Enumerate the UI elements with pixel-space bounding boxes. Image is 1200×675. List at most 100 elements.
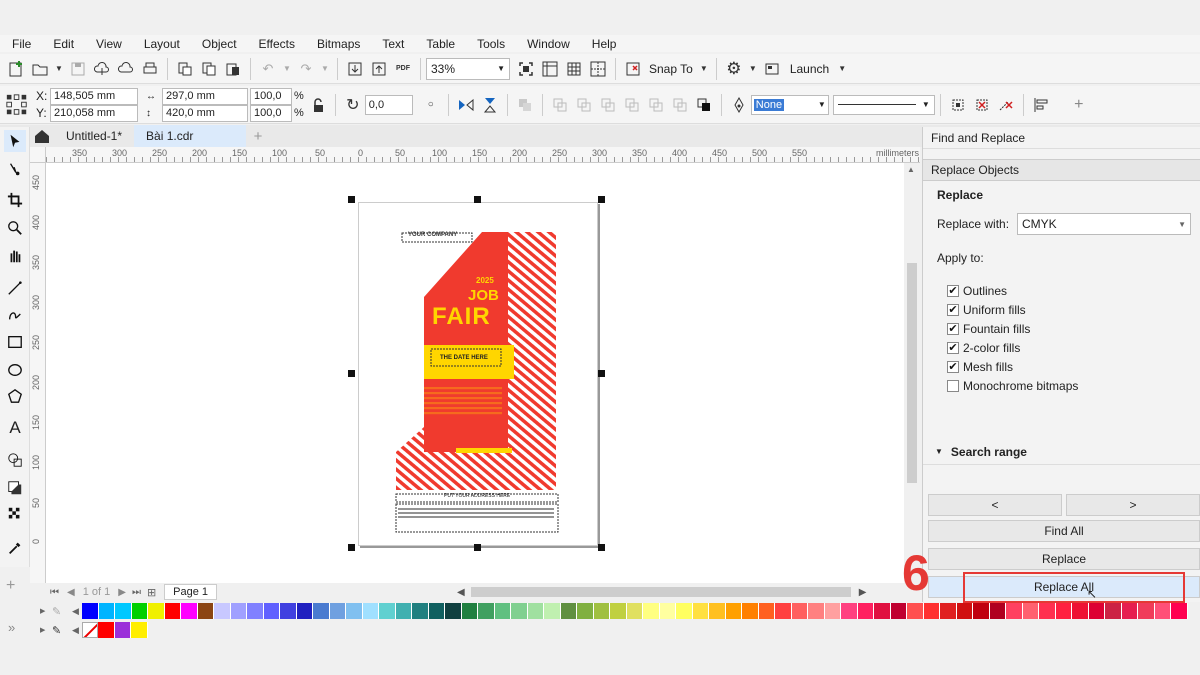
palette-swatch[interactable] [709,603,726,619]
doc-palette-menu-icon[interactable]: ▶ [40,626,52,634]
palette-swatch[interactable] [230,603,247,619]
palette-swatch[interactable] [1121,603,1138,619]
trim-icon[interactable] [574,95,594,115]
palette-swatch[interactable] [907,603,924,619]
palette-swatch[interactable] [98,603,115,619]
outline-width-dropdown[interactable]: None ▼ [750,94,829,115]
menu-layout[interactable]: Layout [133,37,191,51]
eyedropper-icon[interactable]: ✎ [52,605,72,618]
print-icon[interactable] [140,59,160,79]
first-page-icon[interactable]: ⏮ [50,587,59,598]
doc-swatch-yellow[interactable] [131,622,148,638]
redo-icon[interactable]: ↷ [296,59,316,79]
interactive-tool-icon[interactable] [4,449,26,471]
scroll-right-icon[interactable]: ▶ [859,587,867,598]
remove-fill-icon[interactable] [972,95,992,115]
palette-swatch[interactable] [362,603,379,619]
palette-swatch[interactable] [1039,603,1056,619]
palette-swatch[interactable] [758,603,775,619]
palette-swatch[interactable] [874,603,891,619]
home-icon[interactable] [32,126,52,146]
pan-tool-icon[interactable] [4,245,26,267]
selection-handle[interactable] [348,370,355,377]
selection-handle[interactable] [474,196,481,203]
width-field[interactable]: 297,0 mm [162,87,248,105]
mirror-vertical-icon[interactable] [480,95,500,115]
selection-handle[interactable] [348,196,355,203]
palette-swatch[interactable] [214,603,231,619]
x-position-field[interactable]: 148,505 mm [50,87,138,105]
show-guidelines-icon[interactable] [588,59,608,79]
doc-eyedropper-icon[interactable]: ✎ [52,624,72,637]
palette-swatch[interactable] [890,603,907,619]
monochrome-bitmaps-checkbox[interactable] [947,379,959,392]
tab-untitled-1[interactable]: Untitled-1* [54,125,135,147]
palette-swatch[interactable] [923,603,940,619]
palette-menu-icon[interactable]: ▶ [40,607,52,615]
palette-swatch[interactable] [643,603,660,619]
expand-panel-icon[interactable]: » [8,620,15,635]
vertical-scrollbar[interactable]: ▲ [904,163,920,583]
front-minus-back-icon[interactable] [646,95,666,115]
redo-dropdown-icon[interactable]: ▼ [320,59,330,79]
horizontal-scrollbar-thumb[interactable] [470,587,851,597]
palette-swatch[interactable] [1088,603,1105,619]
cloud-upload-icon[interactable] [92,59,112,79]
save-icon[interactable] [68,59,88,79]
menu-effects[interactable]: Effects [248,37,306,51]
palette-swatch[interactable] [725,603,742,619]
show-rulers-icon[interactable] [540,59,560,79]
palette-swatch[interactable] [1006,603,1023,619]
next-button[interactable]: > [1066,494,1200,516]
option-2-color-fills[interactable]: ✔ 2-color fills [923,338,1200,357]
palette-swatch[interactable] [379,603,396,619]
add-tool-icon[interactable]: + [6,577,15,595]
publish-pdf-icon[interactable]: PDF [393,59,413,79]
palette-swatch[interactable] [791,603,808,619]
create-boundary-icon[interactable] [694,95,714,115]
tab-bai-1[interactable]: Bài 1.cdr [134,125,247,147]
open-dropdown-icon[interactable]: ▼ [54,59,64,79]
palette-swatch[interactable] [676,603,693,619]
palette-swatch[interactable] [511,603,528,619]
launch-icon[interactable] [762,59,782,79]
wrap-text-icon[interactable] [948,95,968,115]
palette-swatch[interactable] [1072,603,1089,619]
palette-swatch[interactable] [593,603,610,619]
freehand-tool-icon[interactable] [4,277,26,299]
palette-swatch[interactable] [775,603,792,619]
options-gear-icon[interactable]: ⚙ [724,59,744,79]
palette-swatch[interactable] [181,603,198,619]
option-monochrome-bitmaps[interactable]: Monochrome bitmaps [923,376,1200,395]
palette-swatch[interactable] [445,603,462,619]
full-screen-preview-icon[interactable] [516,59,536,79]
import-icon[interactable] [345,59,365,79]
paste-icon[interactable] [223,59,243,79]
palette-swatch[interactable] [115,603,132,619]
option-mesh-fills[interactable]: ✔ Mesh fills [923,357,1200,376]
selection-handle[interactable] [598,196,605,203]
palette-swatch[interactable] [1171,603,1188,619]
add-toolbar-icon[interactable]: + [1069,95,1089,115]
palette-swatch[interactable] [1138,603,1155,619]
palette-swatch[interactable] [131,603,148,619]
uniform-fills-checkbox[interactable]: ✔ [947,303,959,316]
outlines-checkbox[interactable]: ✔ [947,284,959,297]
option-fountain-fills[interactable]: ✔ Fountain fills [923,319,1200,338]
palette-swatch[interactable] [280,603,297,619]
palette-swatch[interactable] [197,603,214,619]
palette-swatch[interactable] [494,603,511,619]
zoom-level-dropdown[interactable]: 33% ▼ [426,57,510,80]
launch-dropdown-icon[interactable]: ▼ [837,59,847,79]
ruler-origin[interactable] [30,147,46,163]
outline-pen-icon[interactable] [729,95,749,115]
palette-swatch[interactable] [560,603,577,619]
zoom-tool-icon[interactable] [4,217,26,239]
replace-button[interactable]: Replace [928,548,1200,570]
palette-swatch[interactable] [610,603,627,619]
palette-swatch[interactable] [1055,603,1072,619]
y-position-field[interactable]: 210,058 mm [50,104,138,122]
selection-handle[interactable] [474,544,481,551]
simplify-icon[interactable] [622,95,642,115]
launch-label[interactable]: Launch [790,62,829,76]
